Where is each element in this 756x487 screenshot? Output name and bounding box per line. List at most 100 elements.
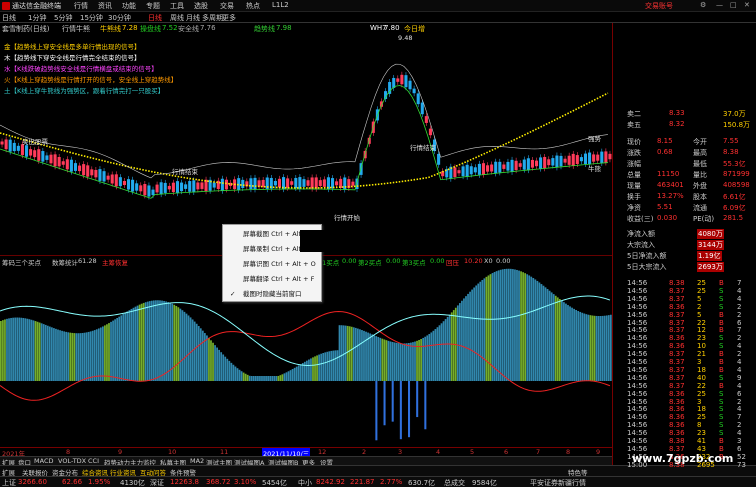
sub-bar — [236, 368, 239, 381]
sub-bar — [503, 268, 506, 381]
candle-body — [184, 184, 188, 189]
tab-3[interactable]: VOL-TDX — [58, 457, 86, 465]
quote-panel: 卖二 8.33 37.0万 卖五 8.32 150.8万 现价 8.15 今开 7.55 涨跌 0.6… — [612, 23, 756, 469]
period-10[interactable]: 更多 — [222, 13, 236, 23]
period-5[interactable]: 日线 — [148, 13, 162, 23]
sub-neg-bar — [375, 381, 378, 441]
ctx-item-hide-window[interactable]: ✓ 截图时隐藏当前窗口 — [223, 287, 323, 301]
maximize-icon[interactable]: □ — [730, 1, 737, 9]
sub-bar — [507, 268, 510, 381]
sub-bar — [452, 310, 455, 381]
candle-body — [131, 179, 135, 192]
candle-body — [506, 161, 510, 171]
period-3[interactable]: 15分钟 — [80, 13, 103, 23]
menu-item-3[interactable]: 专题 — [146, 1, 160, 11]
sub-bar — [534, 279, 537, 381]
sub-bar — [181, 310, 184, 381]
sub-bar — [93, 330, 96, 381]
sub-bar — [269, 376, 272, 381]
period-0[interactable]: 日线 — [2, 13, 16, 23]
candle-body — [298, 177, 302, 189]
period-9[interactable]: 多周期 — [202, 13, 223, 23]
index-name-0[interactable]: 上证 — [2, 478, 16, 487]
sub-neg-bar — [399, 381, 402, 440]
sub-bar — [440, 323, 443, 381]
sub-bar — [393, 342, 396, 381]
sub-bar — [99, 327, 102, 381]
candle-body — [102, 171, 106, 182]
candle-body — [473, 167, 477, 173]
sub-bar — [342, 325, 345, 381]
sub-bar — [71, 332, 74, 381]
sub-bar — [575, 309, 578, 381]
sub-bar — [267, 376, 269, 381]
period-2[interactable]: 5分钟 — [54, 13, 72, 23]
minimize-icon[interactable]: — — [716, 1, 723, 9]
candle-body — [29, 149, 33, 156]
sub-bar — [369, 333, 371, 381]
sub-bar — [40, 323, 43, 381]
menu-item-4[interactable]: 工具 — [170, 1, 184, 11]
index-name-2[interactable]: 中小 — [298, 478, 312, 487]
sub-bar — [520, 271, 522, 381]
menu-item-6[interactable]: 交易 — [220, 1, 234, 11]
candle-body — [139, 185, 143, 192]
sub-bar — [359, 329, 361, 381]
sub-bar — [44, 324, 47, 381]
menu-item-1[interactable]: 资讯 — [98, 1, 112, 11]
sub-bar — [516, 269, 518, 381]
sub-bar — [514, 269, 516, 381]
candle-body — [563, 158, 567, 163]
candle-body — [335, 181, 339, 186]
sub-bar — [16, 317, 19, 381]
flow-row: 5日大宗流入 2693万 — [627, 262, 724, 272]
period-7[interactable]: 周线 — [170, 13, 184, 23]
sub-bar — [208, 337, 210, 381]
index-name-1[interactable]: 深证 — [150, 478, 164, 487]
period-4[interactable]: 30分钟 — [108, 13, 131, 23]
candle-body — [175, 181, 180, 194]
ctx-item-translate[interactable]: 屏幕翻译 Ctrl + Alt + F — [223, 272, 323, 286]
sub-bar — [485, 276, 488, 381]
tab-8[interactable]: MA2 — [190, 457, 204, 465]
menu-item-7[interactable]: 热点 — [246, 1, 260, 11]
ask-row: 卖五 8.32 150.8万 — [627, 120, 751, 129]
candle-body — [78, 165, 82, 172]
menu-item-2[interactable]: 功能 — [122, 1, 136, 11]
menu-item-5[interactable]: 选股 — [194, 1, 208, 11]
candle-body — [518, 163, 522, 167]
sub-bar — [252, 376, 255, 381]
menu-item-0[interactable]: 行情 — [74, 1, 88, 11]
settings-icon[interactable]: ⚙ — [700, 1, 706, 9]
niuxiong-value: 7.28 — [122, 24, 138, 32]
candle-body — [408, 80, 412, 90]
sub-bar — [495, 271, 498, 381]
sub-bar — [165, 301, 167, 381]
sub-bar — [195, 323, 198, 381]
menu-item-8[interactable]: L1L2 — [272, 1, 289, 9]
sub-bar — [187, 315, 190, 381]
candle-body — [253, 177, 257, 190]
ctx-item-ocr[interactable]: 屏幕识图 Ctrl + Alt + O — [223, 257, 323, 271]
close-icon[interactable]: ✕ — [744, 1, 750, 9]
info-row: 换手 13.27% 股本 6.61亿 — [627, 192, 746, 201]
sub-bar — [540, 284, 543, 381]
sub-bar — [73, 333, 76, 381]
sub-bar — [61, 330, 63, 381]
account-label[interactable]: 交易账号 — [645, 1, 673, 11]
candle-body — [555, 155, 559, 168]
sub-bar — [438, 325, 441, 381]
period-1[interactable]: 1分钟 — [28, 13, 46, 23]
period-8[interactable]: 月线 — [186, 13, 200, 23]
sub-bar — [250, 376, 253, 381]
sub-bar — [544, 287, 547, 381]
sub-bar — [528, 275, 531, 381]
tab-2[interactable]: MACD — [34, 457, 53, 465]
sub-bar — [106, 324, 108, 381]
sub-bar — [432, 330, 435, 381]
candle-body — [110, 174, 114, 184]
sub-bar — [26, 318, 29, 381]
tab-4[interactable]: CCI — [88, 457, 99, 465]
sub-neg-bar — [408, 381, 411, 438]
sub-bar — [81, 332, 84, 381]
